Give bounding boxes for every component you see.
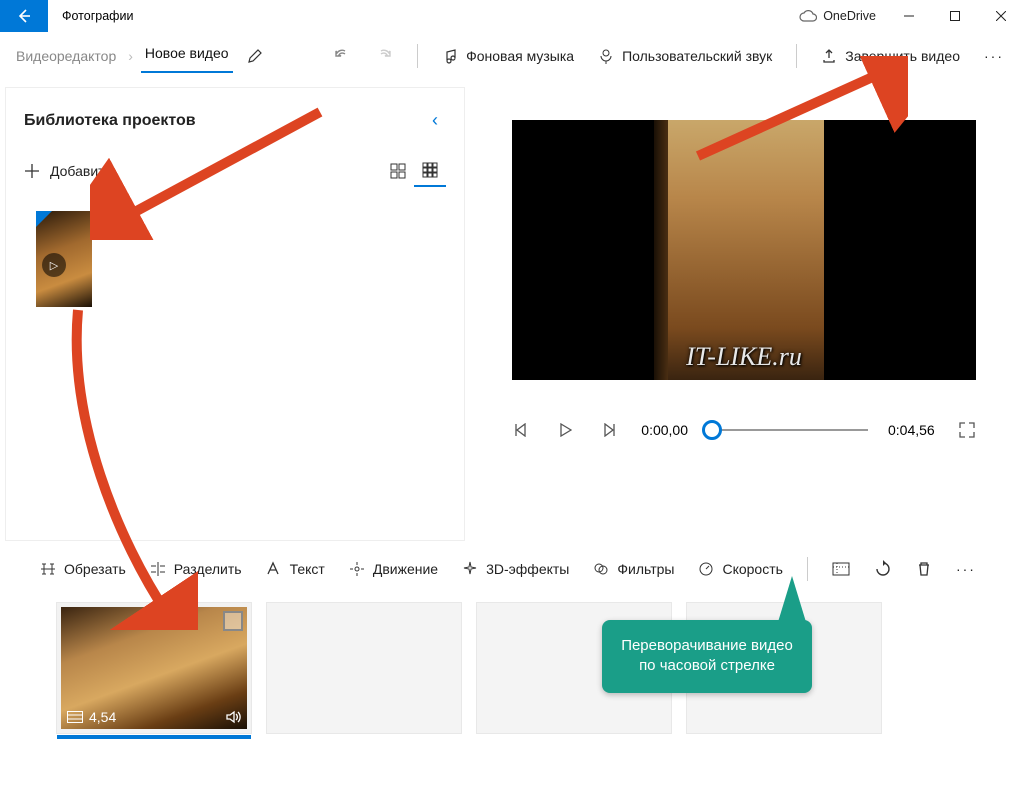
app-title: Фотографии — [48, 9, 799, 23]
3d-effects-button[interactable]: 3D-эффекты — [452, 555, 579, 583]
grid-3x3-icon — [422, 162, 438, 178]
next-frame-button[interactable] — [597, 418, 621, 442]
step-forward-icon — [602, 423, 616, 437]
grid-small-button[interactable] — [414, 155, 446, 187]
play-overlay-icon: ▷ — [42, 253, 66, 277]
fullscreen-icon — [959, 422, 975, 438]
export-icon — [821, 48, 837, 64]
project-title[interactable]: Новое видео — [141, 39, 233, 73]
annotation-callout: Переворачивание видео по часовой стрелке — [602, 620, 812, 693]
storyboard-slot-empty[interactable] — [266, 602, 462, 734]
speed-icon — [698, 561, 714, 577]
watermark-text: IT-LIKE.ru — [686, 342, 802, 372]
step-back-icon — [514, 423, 528, 437]
prev-frame-button[interactable] — [509, 418, 533, 442]
play-icon — [558, 423, 572, 437]
add-button[interactable]: Добавить — [24, 163, 112, 179]
maximize-icon — [950, 11, 960, 21]
speaker-icon — [225, 709, 241, 725]
separator — [807, 557, 808, 581]
close-icon — [996, 11, 1006, 21]
text-button[interactable]: Текст — [256, 555, 335, 583]
video-corner-badge — [36, 211, 52, 227]
title-bar: Фотографии OneDrive — [0, 0, 1024, 32]
undo-button[interactable] — [323, 41, 361, 71]
storyboard: 4,54 — [0, 594, 1024, 734]
preview-panel: IT-LIKE.ru 0:00,00 0:04,56 — [464, 80, 1024, 540]
edit-more-button[interactable]: ··· — [946, 555, 986, 583]
sparkle-icon — [462, 561, 478, 577]
seek-slider[interactable] — [708, 429, 868, 431]
grid-large-button[interactable] — [382, 155, 414, 187]
edit-toolbar: Обрезать Разделить Текст Движение 3D-эфф… — [0, 540, 1024, 594]
play-button[interactable] — [553, 418, 577, 442]
pencil-icon — [247, 48, 263, 64]
trim-button[interactable]: Обрезать — [30, 555, 136, 583]
rotate-icon — [874, 560, 892, 578]
library-title: Библиотека проектов — [24, 112, 424, 130]
plus-icon — [24, 163, 40, 179]
separator — [796, 44, 797, 68]
redo-button[interactable] — [365, 41, 403, 71]
video-preview[interactable]: IT-LIKE.ru — [512, 120, 976, 380]
music-icon — [442, 48, 458, 64]
delete-button[interactable] — [906, 555, 942, 583]
mic-icon — [598, 48, 614, 64]
bg-music-button[interactable]: Фоновая музыка — [432, 42, 584, 70]
clip-progress — [57, 735, 251, 739]
aspect-icon — [832, 562, 850, 576]
back-button[interactable] — [0, 0, 48, 32]
resize-button[interactable] — [822, 556, 860, 582]
project-library-panel: Библиотека проектов ‹ Добавить ▷ — [6, 88, 464, 540]
current-time: 0:00,00 — [641, 422, 688, 438]
filters-icon — [593, 561, 609, 577]
rotate-button[interactable] — [864, 554, 902, 584]
total-time: 0:04,56 — [888, 422, 935, 438]
onedrive-status[interactable]: OneDrive — [799, 9, 886, 23]
chevron-right-icon: › — [124, 48, 137, 64]
redo-icon — [375, 47, 393, 65]
trash-icon — [916, 561, 932, 577]
filters-button[interactable]: Фильтры — [583, 555, 684, 583]
clip-duration: 4,54 — [67, 709, 116, 725]
minimize-button[interactable] — [886, 0, 932, 32]
split-icon — [150, 561, 166, 577]
library-clip-thumbnail[interactable]: ▷ — [36, 211, 92, 307]
preview-frame-image — [664, 120, 824, 380]
breadcrumb[interactable]: Видеоредактор — [12, 42, 120, 70]
minimize-icon — [904, 11, 914, 21]
custom-audio-button[interactable]: Пользовательский звук — [588, 42, 782, 70]
grid-2x2-icon — [390, 163, 406, 179]
cloud-icon — [799, 10, 817, 22]
more-button[interactable]: ··· — [974, 42, 1014, 70]
top-toolbar: Видеоредактор › Новое видео Фоновая музы… — [0, 32, 1024, 80]
seek-knob[interactable] — [702, 420, 722, 440]
trim-icon — [40, 561, 56, 577]
separator — [417, 44, 418, 68]
clip-audio-icon[interactable] — [225, 709, 241, 725]
motion-button[interactable]: Движение — [339, 555, 448, 583]
motion-icon — [349, 561, 365, 577]
split-button[interactable]: Разделить — [140, 555, 252, 583]
film-icon — [67, 711, 83, 723]
clip-checkbox[interactable] — [223, 611, 243, 631]
maximize-button[interactable] — [932, 0, 978, 32]
close-button[interactable] — [978, 0, 1024, 32]
player-controls: 0:00,00 0:04,56 — [498, 418, 990, 442]
storyboard-clip[interactable]: 4,54 — [56, 602, 252, 734]
rename-button[interactable] — [237, 42, 273, 70]
undo-icon — [333, 47, 351, 65]
collapse-button[interactable]: ‹ — [424, 106, 446, 135]
finish-video-button[interactable]: Завершить видео — [811, 42, 970, 70]
arrow-left-icon — [16, 8, 32, 24]
text-icon — [266, 561, 282, 577]
main-area: Библиотека проектов ‹ Добавить ▷ IT-LIKE… — [0, 80, 1024, 540]
fullscreen-button[interactable] — [955, 418, 979, 442]
